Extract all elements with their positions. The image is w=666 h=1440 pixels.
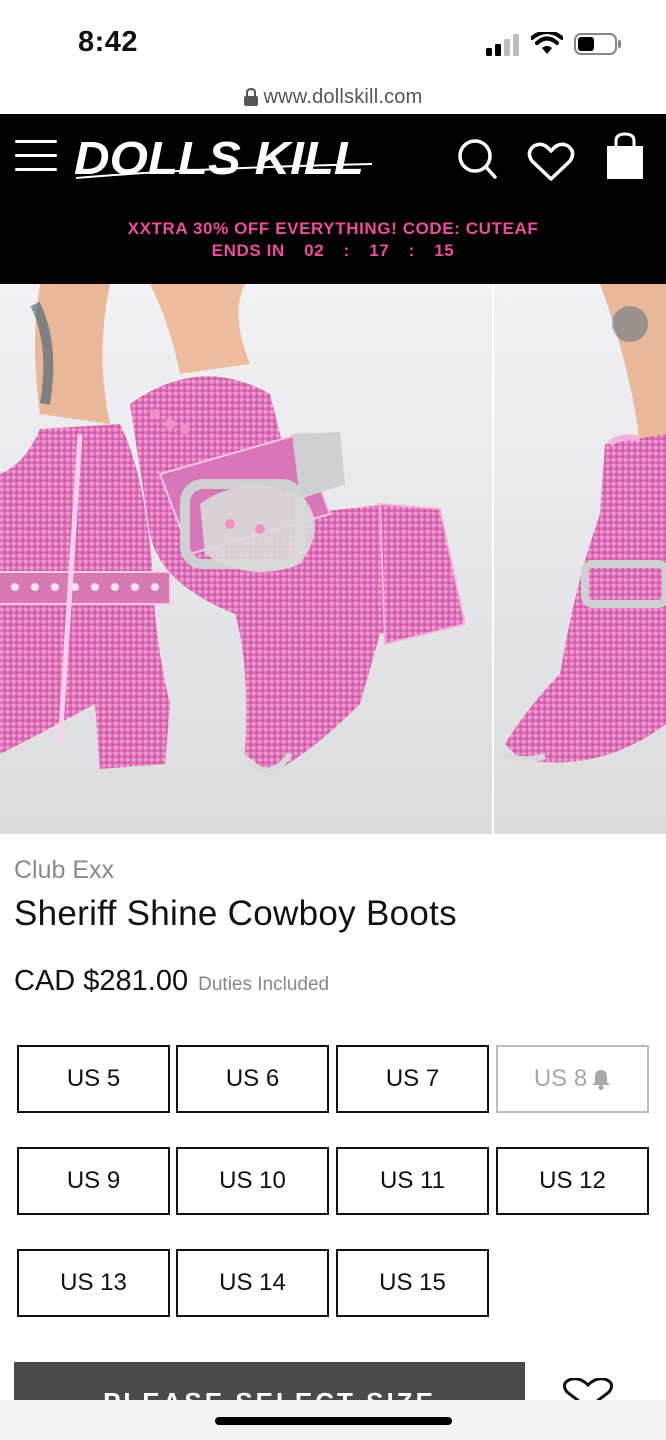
countdown-label: ENDS IN (211, 241, 285, 260)
promo-banner[interactable]: XXTRA 30% OFF EVERYTHING! CODE: CUTEAF E… (0, 218, 666, 262)
bell-icon (592, 1070, 611, 1090)
url-text: www.dollskill.com (263, 85, 423, 108)
heart-icon[interactable] (527, 142, 575, 182)
countdown-minutes: 17 (369, 241, 390, 260)
price-row: CAD $281.00 Duties Included (14, 965, 329, 998)
product-title: Sheriff Shine Cowboy Boots (14, 894, 457, 933)
status-time: 8:42 (78, 26, 139, 58)
countdown: ENDS IN 02 : 17 : 15 (0, 240, 666, 262)
home-indicator[interactable] (215, 1417, 452, 1425)
size-button-us-14[interactable]: US 14 (176, 1249, 329, 1317)
countdown-separator: : (343, 241, 350, 260)
product-image-gallery[interactable] (0, 284, 666, 834)
product-image (0, 284, 666, 834)
bag-icon[interactable] (604, 132, 646, 180)
product-brand[interactable]: Club Exx (14, 856, 114, 885)
address-bar[interactable]: www.dollskill.com (0, 80, 666, 114)
countdown-seconds: 15 (434, 241, 455, 260)
product-price: CAD $281.00 (14, 965, 189, 997)
size-button-us-7[interactable]: US 7 (336, 1045, 489, 1113)
size-button-us-11[interactable]: US 11 (336, 1147, 489, 1215)
signal-icon (486, 34, 519, 56)
lock-icon (243, 88, 258, 106)
duties-note: Duties Included (198, 974, 330, 995)
dolls-kill-logo[interactable]: DOLLS KILL (74, 128, 374, 184)
size-button-us-5[interactable]: US 5 (17, 1045, 170, 1113)
wifi-icon (531, 32, 563, 54)
promo-text: XXTRA 30% OFF EVERYTHING! CODE: CUTEAF (127, 219, 539, 238)
size-button-us-9[interactable]: US 9 (17, 1147, 170, 1215)
size-button-us-13[interactable]: US 13 (17, 1249, 170, 1317)
size-button-us-8[interactable]: US 8 (496, 1045, 649, 1113)
svg-text:DOLLS KILL: DOLLS KILL (74, 132, 364, 184)
size-button-us-12[interactable]: US 12 (496, 1147, 649, 1215)
size-button-us-6[interactable]: US 6 (176, 1045, 329, 1113)
size-button-us-15[interactable]: US 15 (336, 1249, 489, 1317)
battery-icon (574, 33, 621, 55)
hamburger-icon[interactable] (15, 140, 59, 176)
size-button-us-10[interactable]: US 10 (176, 1147, 329, 1215)
countdown-separator: : (408, 241, 415, 260)
status-bar: 8:42 (0, 0, 666, 80)
countdown-hours: 02 (304, 241, 325, 260)
search-icon[interactable] (457, 138, 497, 180)
